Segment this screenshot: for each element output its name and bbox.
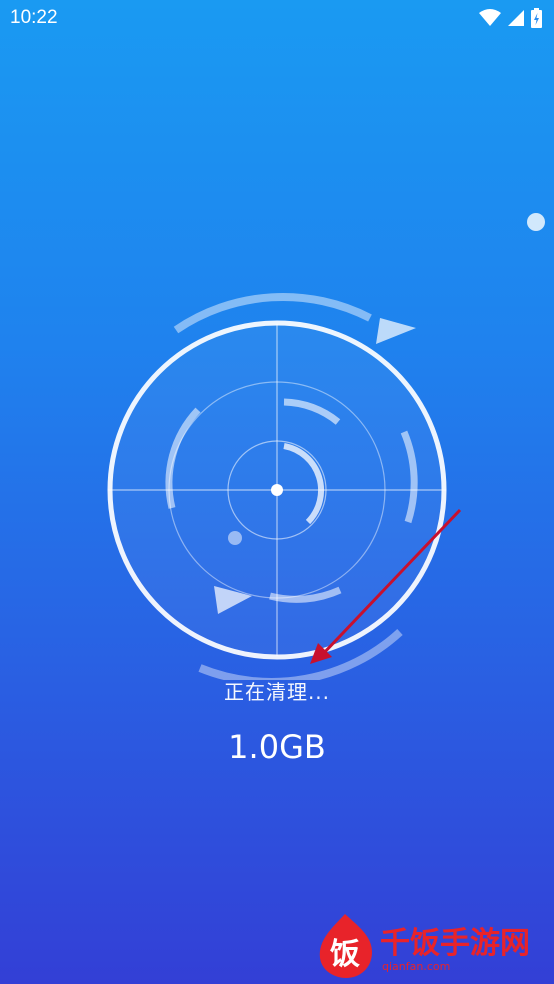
wifi-icon bbox=[479, 9, 501, 26]
watermark-name: 千饭手游网 bbox=[380, 926, 530, 961]
status-bar: 10:22 bbox=[0, 0, 554, 36]
floating-dot[interactable] bbox=[527, 213, 545, 231]
cleaning-status-text: 正在清理... bbox=[223, 680, 331, 704]
signal-icon bbox=[508, 10, 524, 26]
watermark-logo: 饭 bbox=[319, 914, 372, 978]
status-time: 10:22 bbox=[10, 7, 58, 28]
status-icons bbox=[479, 8, 542, 28]
battery-charging-icon bbox=[531, 8, 542, 28]
red-arrow-icon bbox=[310, 508, 462, 664]
watermark: 饭 千饭手游网 qianfan.com bbox=[308, 908, 554, 984]
svg-text:饭: 饭 bbox=[330, 937, 360, 972]
watermark-site: qianfan.com bbox=[382, 960, 451, 973]
cleaned-size-value: 1.0GB bbox=[228, 728, 326, 766]
